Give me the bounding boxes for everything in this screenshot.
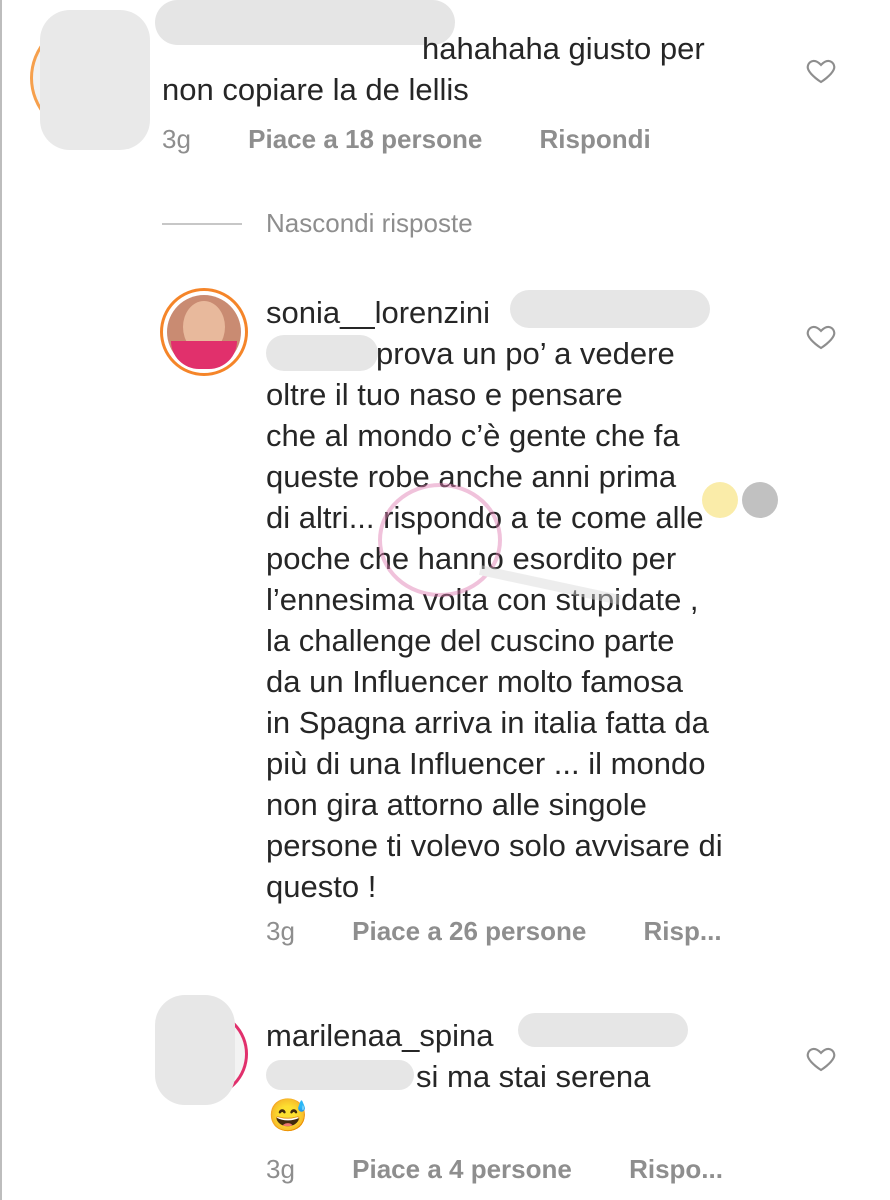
comment-time: 3g [162, 124, 191, 154]
reply-button[interactable]: Risp... [644, 916, 722, 946]
redaction-scribble [266, 1060, 414, 1090]
grinning-sweat-emoji: 😅 [268, 1097, 308, 1133]
comment-username[interactable]: sonia__lorenzini [266, 295, 490, 330]
redaction-scribble [518, 1013, 688, 1047]
comment-time: 3g [266, 1154, 295, 1184]
like-count-link[interactable]: Piace a 18 persone [248, 124, 482, 154]
comment-meta: 3g Piace a 4 persone Rispo... [266, 1154, 723, 1185]
heart-icon[interactable] [804, 320, 838, 352]
reply-button[interactable]: Rispo... [629, 1154, 723, 1184]
hide-replies-button[interactable]: Nascondi risposte [162, 208, 473, 239]
redaction-scribble [510, 290, 710, 328]
reply-button[interactable]: Rispondi [540, 124, 651, 154]
watermark-logo [378, 482, 778, 605]
heart-icon[interactable] [804, 54, 838, 86]
comment-text: hahahaha giusto per non copiare la de le… [162, 31, 705, 107]
divider [162, 222, 242, 225]
comment-meta: 3g Piace a 26 persone Risp... [266, 916, 722, 947]
like-count-link[interactable]: Piace a 4 persone [352, 1154, 572, 1184]
screenshot-border [0, 0, 2, 1200]
redaction-scribble [155, 995, 235, 1105]
redaction-scribble [266, 335, 378, 371]
comment-username[interactable]: marilenaa_spina [266, 1018, 493, 1053]
heart-icon[interactable] [804, 1042, 838, 1074]
redaction-scribble [40, 10, 150, 150]
hide-replies-label: Nascondi risposte [266, 208, 473, 238]
avatar[interactable] [160, 288, 248, 376]
comment-meta: 3g Piace a 18 persone Rispondi [162, 124, 651, 155]
like-count-link[interactable]: Piace a 26 persone [352, 916, 586, 946]
comment-time: 3g [266, 916, 295, 946]
